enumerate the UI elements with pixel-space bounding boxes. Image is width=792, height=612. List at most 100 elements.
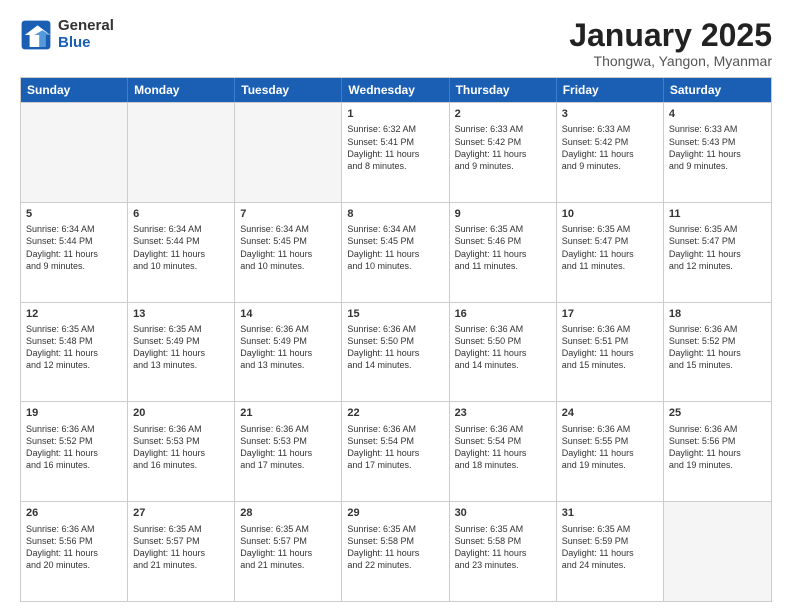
calendar-cell: 16 Sunrise: 6:36 AMSunset: 5:50 PMDayligh… xyxy=(450,303,557,402)
cell-text: Sunrise: 6:36 AMSunset: 5:50 PMDaylight:… xyxy=(455,323,551,372)
day-number: 27 xyxy=(133,506,229,520)
day-number: 16 xyxy=(455,307,551,321)
day-number: 20 xyxy=(133,406,229,420)
day-number: 22 xyxy=(347,406,443,420)
logo-icon xyxy=(20,19,52,51)
cell-text: Sunrise: 6:35 AMSunset: 5:57 PMDaylight:… xyxy=(240,523,336,572)
cell-text: Sunrise: 6:35 AMSunset: 5:58 PMDaylight:… xyxy=(347,523,443,572)
day-number: 8 xyxy=(347,207,443,221)
day-number: 24 xyxy=(562,406,658,420)
logo-general-text: General xyxy=(58,18,114,35)
cell-text: Sunrise: 6:35 AMSunset: 5:47 PMDaylight:… xyxy=(669,223,766,272)
calendar-week-4: 19 Sunrise: 6:36 AMSunset: 5:52 PMDayligh… xyxy=(21,401,771,501)
cell-text: Sunrise: 6:36 AMSunset: 5:54 PMDaylight:… xyxy=(455,423,551,472)
day-number: 3 xyxy=(562,107,658,121)
cell-text: Sunrise: 6:36 AMSunset: 5:56 PMDaylight:… xyxy=(669,423,766,472)
logo-text: General Blue xyxy=(58,18,114,51)
day-number: 9 xyxy=(455,207,551,221)
cell-text: Sunrise: 6:34 AMSunset: 5:44 PMDaylight:… xyxy=(133,223,229,272)
cell-text: Sunrise: 6:35 AMSunset: 5:48 PMDaylight:… xyxy=(26,323,122,372)
header-friday: Friday xyxy=(557,78,664,102)
day-number: 7 xyxy=(240,207,336,221)
calendar-cell: 24 Sunrise: 6:36 AMSunset: 5:55 PMDayligh… xyxy=(557,402,664,501)
calendar-cell: 6 Sunrise: 6:34 AMSunset: 5:44 PMDaylight… xyxy=(128,203,235,302)
calendar-cell: 28 Sunrise: 6:35 AMSunset: 5:57 PMDayligh… xyxy=(235,502,342,601)
cell-text: Sunrise: 6:33 AMSunset: 5:43 PMDaylight:… xyxy=(669,123,766,172)
day-number: 26 xyxy=(26,506,122,520)
calendar-cell: 31 Sunrise: 6:35 AMSunset: 5:59 PMDayligh… xyxy=(557,502,664,601)
day-number: 19 xyxy=(26,406,122,420)
cell-text: Sunrise: 6:34 AMSunset: 5:45 PMDaylight:… xyxy=(240,223,336,272)
calendar-cell: 27 Sunrise: 6:35 AMSunset: 5:57 PMDayligh… xyxy=(128,502,235,601)
calendar-cell: 9 Sunrise: 6:35 AMSunset: 5:46 PMDaylight… xyxy=(450,203,557,302)
calendar-week-1: 1Sunrise: 6:32 AMSunset: 5:41 PMDaylight… xyxy=(21,102,771,202)
header-thursday: Thursday xyxy=(450,78,557,102)
calendar-cell: 3 Sunrise: 6:33 AMSunset: 5:42 PMDaylight… xyxy=(557,103,664,202)
day-number: 12 xyxy=(26,307,122,321)
day-number: 25 xyxy=(669,406,766,420)
calendar-week-3: 12 Sunrise: 6:35 AMSunset: 5:48 PMDayligh… xyxy=(21,302,771,402)
cell-text: Sunrise: 6:36 AMSunset: 5:53 PMDaylight:… xyxy=(240,423,336,472)
day-number: 2 xyxy=(455,107,551,121)
calendar-cell: 17Sunrise: 6:36 AMSunset: 5:51 PMDayligh… xyxy=(557,303,664,402)
calendar-cell: 29Sunrise: 6:35 AMSunset: 5:58 PMDayligh… xyxy=(342,502,449,601)
calendar-cell: 13 Sunrise: 6:35 AMSunset: 5:49 PMDayligh… xyxy=(128,303,235,402)
cell-text: Sunrise: 6:36 AMSunset: 5:55 PMDaylight:… xyxy=(562,423,658,472)
day-number: 30 xyxy=(455,506,551,520)
cell-text: Sunrise: 6:36 AMSunset: 5:50 PMDaylight:… xyxy=(347,323,443,372)
calendar: Sunday Monday Tuesday Wednesday Thursday… xyxy=(20,77,772,602)
cell-text: Sunrise: 6:35 AMSunset: 5:46 PMDaylight:… xyxy=(455,223,551,272)
cell-text: Sunrise: 6:35 AMSunset: 5:47 PMDaylight:… xyxy=(562,223,658,272)
header-monday: Monday xyxy=(128,78,235,102)
cell-text: Sunrise: 6:33 AMSunset: 5:42 PMDaylight:… xyxy=(562,123,658,172)
calendar-cell: 7 Sunrise: 6:34 AMSunset: 5:45 PMDaylight… xyxy=(235,203,342,302)
calendar-cell: 22 Sunrise: 6:36 AMSunset: 5:54 PMDayligh… xyxy=(342,402,449,501)
cell-text: Sunrise: 6:33 AMSunset: 5:42 PMDaylight:… xyxy=(455,123,551,172)
day-number: 5 xyxy=(26,207,122,221)
day-number: 10 xyxy=(562,207,658,221)
day-number: 15 xyxy=(347,307,443,321)
calendar-cell: 14Sunrise: 6:36 AMSunset: 5:49 PMDayligh… xyxy=(235,303,342,402)
day-number: 23 xyxy=(455,406,551,420)
cell-text: Sunrise: 6:32 AMSunset: 5:41 PMDaylight:… xyxy=(347,123,443,172)
cell-text: Sunrise: 6:36 AMSunset: 5:54 PMDaylight:… xyxy=(347,423,443,472)
logo: General Blue xyxy=(20,18,114,51)
header: General Blue January 2025 Thongwa, Yango… xyxy=(20,18,772,69)
cell-text: Sunrise: 6:36 AMSunset: 5:53 PMDaylight:… xyxy=(133,423,229,472)
header-wednesday: Wednesday xyxy=(342,78,449,102)
day-number: 31 xyxy=(562,506,658,520)
cell-text: Sunrise: 6:35 AMSunset: 5:59 PMDaylight:… xyxy=(562,523,658,572)
cell-text: Sunrise: 6:36 AMSunset: 5:52 PMDaylight:… xyxy=(26,423,122,472)
calendar-cell: 11 Sunrise: 6:35 AMSunset: 5:47 PMDayligh… xyxy=(664,203,771,302)
calendar-cell: 19 Sunrise: 6:36 AMSunset: 5:52 PMDayligh… xyxy=(21,402,128,501)
calendar-cell: 8Sunrise: 6:34 AMSunset: 5:45 PMDaylight… xyxy=(342,203,449,302)
calendar-cell: 23 Sunrise: 6:36 AMSunset: 5:54 PMDayligh… xyxy=(450,402,557,501)
calendar-cell xyxy=(664,502,771,601)
cell-text: Sunrise: 6:35 AMSunset: 5:49 PMDaylight:… xyxy=(133,323,229,372)
calendar-cell: 4 Sunrise: 6:33 AMSunset: 5:43 PMDaylight… xyxy=(664,103,771,202)
calendar-cell: 18Sunrise: 6:36 AMSunset: 5:52 PMDayligh… xyxy=(664,303,771,402)
day-number: 13 xyxy=(133,307,229,321)
day-number: 4 xyxy=(669,107,766,121)
cell-text: Sunrise: 6:36 AMSunset: 5:56 PMDaylight:… xyxy=(26,523,122,572)
header-tuesday: Tuesday xyxy=(235,78,342,102)
day-number: 6 xyxy=(133,207,229,221)
cell-text: Sunrise: 6:36 AMSunset: 5:51 PMDaylight:… xyxy=(562,323,658,372)
cell-text: Sunrise: 6:35 AMSunset: 5:57 PMDaylight:… xyxy=(133,523,229,572)
calendar-cell: 21 Sunrise: 6:36 AMSunset: 5:53 PMDayligh… xyxy=(235,402,342,501)
calendar-cell: 10 Sunrise: 6:35 AMSunset: 5:47 PMDayligh… xyxy=(557,203,664,302)
day-number: 28 xyxy=(240,506,336,520)
cell-text: Sunrise: 6:36 AMSunset: 5:52 PMDaylight:… xyxy=(669,323,766,372)
calendar-cell: 30Sunrise: 6:35 AMSunset: 5:58 PMDayligh… xyxy=(450,502,557,601)
page: General Blue January 2025 Thongwa, Yango… xyxy=(0,0,792,612)
calendar-cell xyxy=(235,103,342,202)
cell-text: Sunrise: 6:36 AMSunset: 5:49 PMDaylight:… xyxy=(240,323,336,372)
calendar-cell xyxy=(21,103,128,202)
day-number: 21 xyxy=(240,406,336,420)
month-title: January 2025 xyxy=(569,18,772,53)
location: Thongwa, Yangon, Myanmar xyxy=(569,53,772,69)
calendar-cell: 26 Sunrise: 6:36 AMSunset: 5:56 PMDayligh… xyxy=(21,502,128,601)
day-number: 11 xyxy=(669,207,766,221)
header-saturday: Saturday xyxy=(664,78,771,102)
calendar-cell: 12 Sunrise: 6:35 AMSunset: 5:48 PMDayligh… xyxy=(21,303,128,402)
